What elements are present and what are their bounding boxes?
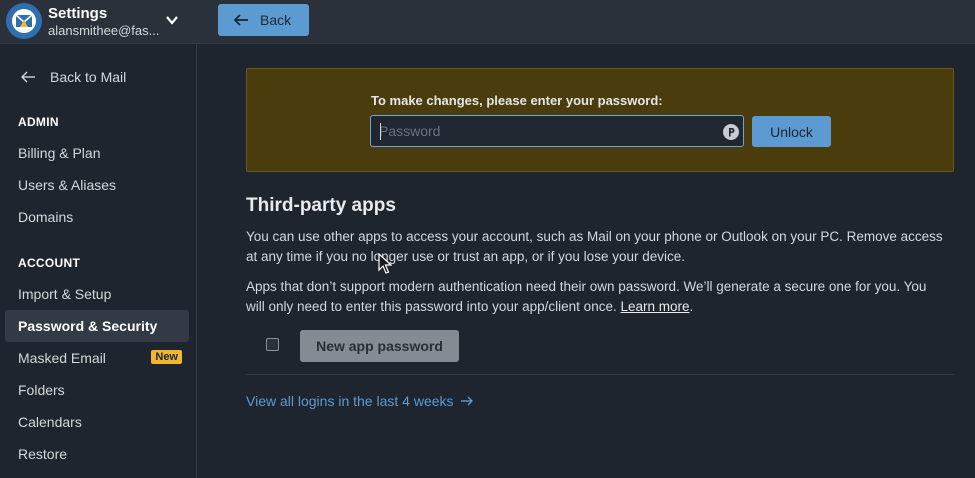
password-manager-icon[interactable]	[723, 124, 739, 140]
select-all-checkbox[interactable]	[266, 338, 279, 351]
sidebar-item-billing[interactable]: Billing & Plan	[5, 137, 189, 169]
app-password-description-text: Apps that don’t support modern authentic…	[246, 279, 927, 314]
new-app-password-button[interactable]: New app password	[300, 330, 459, 362]
app-password-description: Apps that don’t support modern authentic…	[246, 277, 946, 317]
unlock-panel: To make changes, please enter your passw…	[246, 68, 954, 172]
new-badge: New	[151, 350, 182, 364]
fastmail-logo-icon[interactable]	[6, 3, 42, 39]
text-caret	[380, 123, 381, 140]
unlock-button[interactable]: Unlock	[752, 116, 831, 147]
sidebar: Back to Mail ADMIN Billing & Plan Users …	[0, 44, 197, 478]
back-button[interactable]: Back	[218, 4, 309, 36]
sidebar-item-import-setup[interactable]: Import & Setup	[5, 278, 189, 310]
password-input[interactable]	[371, 116, 743, 146]
mouse-pointer-icon	[378, 253, 392, 274]
third-party-description: You can use other apps to access your ac…	[246, 229, 943, 264]
back-to-mail-label: Back to Mail	[50, 69, 127, 85]
sidebar-item-label: Masked Email	[18, 350, 106, 366]
unlock-prompt: To make changes, please enter your passw…	[371, 93, 663, 108]
sidebar-item-password-security[interactable]: Password & Security	[5, 310, 189, 342]
arrow-left-icon	[233, 14, 248, 26]
arrow-right-icon	[460, 396, 473, 406]
learn-more-link[interactable]: Learn more	[620, 299, 689, 314]
sidebar-item-restore[interactable]: Restore	[5, 438, 189, 470]
sidebar-item-users-aliases[interactable]: Users & Aliases	[5, 169, 189, 201]
back-button-label: Back	[260, 12, 292, 28]
admin-heading: ADMIN	[18, 115, 59, 129]
account-email[interactable]: alansmithee@fas...	[48, 23, 162, 38]
app-title: Settings	[48, 5, 108, 22]
view-logins-link[interactable]: View all logins in the last 4 weeks	[246, 393, 474, 409]
third-party-apps-title: Third-party apps	[246, 195, 396, 216]
account-heading: ACCOUNT	[18, 256, 81, 270]
sidebar-item-domains[interactable]: Domains	[5, 201, 189, 233]
chevron-down-icon[interactable]	[164, 12, 180, 28]
password-field[interactable]	[370, 115, 744, 147]
top-bar: Settings alansmithee@fas... Back	[0, 0, 975, 44]
sidebar-item-calendars[interactable]: Calendars	[5, 406, 189, 438]
back-to-mail-link[interactable]: Back to Mail	[20, 68, 126, 86]
view-logins-label: View all logins in the last 4 weeks	[246, 393, 454, 409]
sidebar-item-folders[interactable]: Folders	[5, 374, 189, 406]
sidebar-item-masked-email[interactable]: Masked Email New	[5, 342, 189, 374]
arrow-left-icon	[21, 71, 35, 83]
divider	[246, 374, 954, 375]
app-password-description-end: .	[689, 299, 694, 314]
